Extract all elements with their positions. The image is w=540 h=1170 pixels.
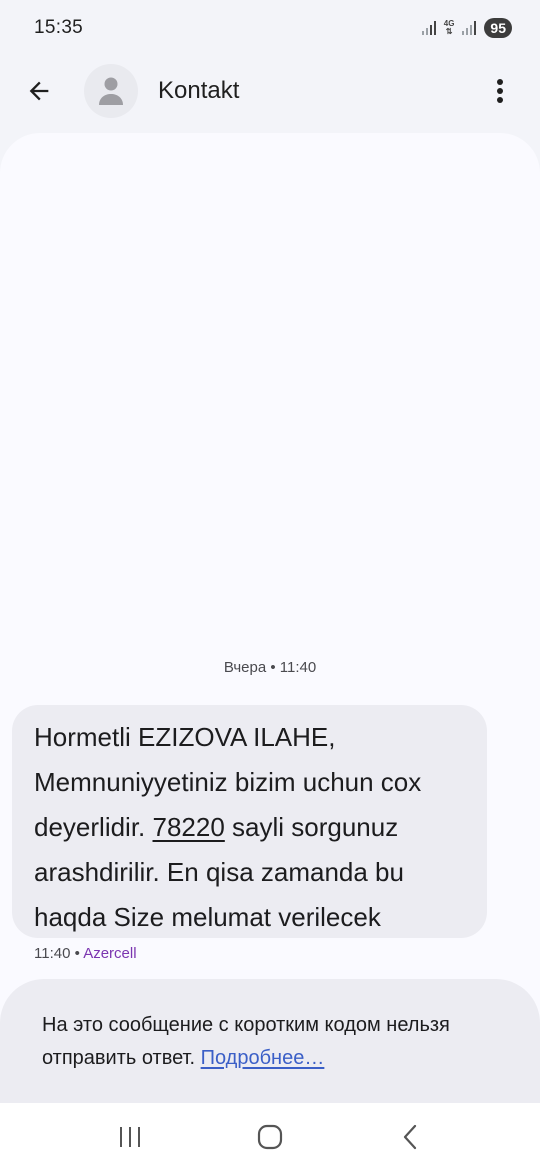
app-bar: Kontakt [0, 56, 540, 126]
conversation-panel[interactable]: Вчера • 11:40 Hormetli EZIZOVA ILAHE, Me… [0, 133, 540, 1109]
signal-icon [421, 21, 436, 35]
message-code-link[interactable]: 78220 [153, 812, 225, 842]
date-divider: Вчера • 11:40 [223, 659, 317, 676]
short-code-notice: На это сообщение с коротким кодом нельзя… [0, 979, 540, 1109]
avatar[interactable] [84, 64, 138, 118]
home-icon [257, 1124, 283, 1149]
person-icon [99, 77, 123, 105]
message-time: 11:40 [34, 945, 71, 962]
message-sender: Azercell [83, 945, 137, 962]
message-text: Hormetli EZIZOVA ILAHE, Memnuniyyetiniz … [34, 715, 467, 940]
status-icons: 4G ⇅ 95 [421, 18, 512, 38]
message-meta: 11:40 • Azercell [34, 945, 137, 962]
nav-back-button[interactable] [380, 1112, 440, 1162]
contact-name[interactable]: Kontakt [158, 77, 239, 105]
battery-badge: 95 [484, 18, 512, 38]
meta-separator: • [70, 945, 84, 962]
home-button[interactable] [240, 1112, 300, 1162]
signal-2-icon [462, 21, 477, 35]
navigation-bar [0, 1103, 540, 1170]
back-icon [403, 1124, 417, 1149]
status-time: 15:35 [34, 17, 84, 38]
recent-apps-button[interactable] [100, 1112, 160, 1162]
network-type-icon: 4G ⇅ [443, 19, 455, 36]
recent-apps-icon [120, 1126, 140, 1147]
more-vert-icon [497, 79, 503, 103]
back-button[interactable] [15, 67, 63, 115]
more-options-button[interactable] [484, 67, 516, 115]
status-bar: 15:35 4G ⇅ 95 [0, 0, 540, 56]
message-bubble[interactable]: Hormetli EZIZOVA ILAHE, Memnuniyyetiniz … [12, 705, 487, 938]
learn-more-link[interactable]: Подробнее… [201, 1047, 325, 1069]
notice-text: На это сообщение с коротким кодом нельзя… [42, 1009, 500, 1075]
back-arrow-icon [29, 81, 49, 101]
